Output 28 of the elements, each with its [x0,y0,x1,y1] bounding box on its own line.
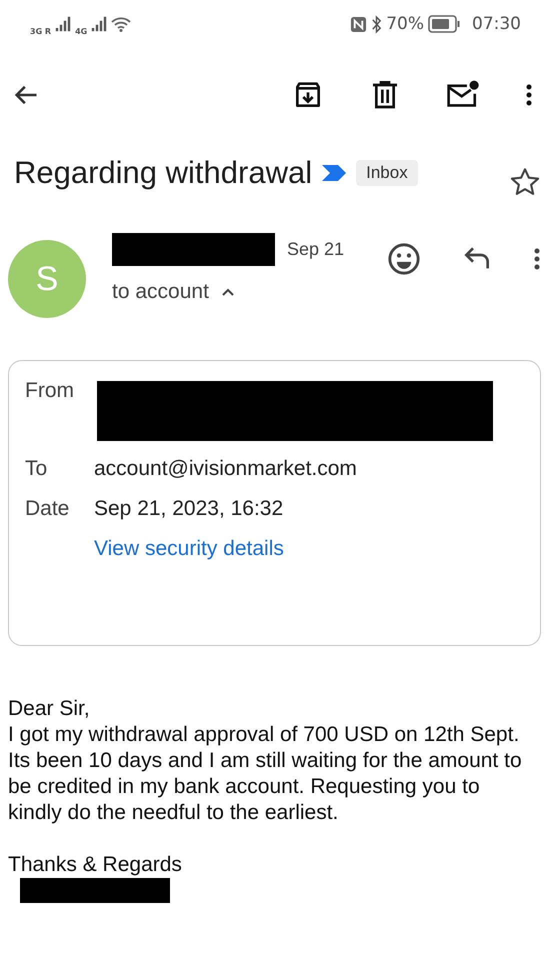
detail-label: Date [25,497,70,521]
battery-percentage: 70% [386,14,424,34]
nfc-icon [350,16,368,32]
wifi-icon [111,16,132,32]
importance-marker-icon [320,163,348,183]
star-icon[interactable] [509,166,541,198]
signal-icon [55,16,72,32]
inbox-label[interactable]: Inbox [356,160,418,186]
smiley-icon[interactable] [387,242,421,276]
body-text: I got my withdrawal approval of 700 USD on 12th Sept. Its been 10 days and I am still waiting for the amount to be credited in my bank account. Requesting you to kindly do the needful to the earliest. [8,722,523,826]
chevron-up-icon[interactable] [220,287,235,297]
email-subject: Regarding withdrawal [14,155,312,191]
message-date: Sep 21 [287,238,344,260]
recipient-text: to account [112,280,209,304]
detail-value: Sep 21, 2023, 16:32 [94,497,284,521]
battery-icon [428,15,460,33]
clock-time: 07:30 [472,14,521,34]
bluetooth-icon [371,14,382,34]
body-text: Thanks & Regards [8,852,183,878]
sender-avatar: S [8,240,86,318]
detail-label: To [25,457,48,481]
detail-label: From [25,379,75,403]
network-label: 4G [75,26,88,36]
security-details-link[interactable]: View security details [94,537,524,561]
signal-icon [91,16,108,32]
detail-value: account@ivisionmarket.com [94,457,357,481]
network-label: 3G R [30,26,52,36]
body-text: Dear Sir, [8,696,91,722]
